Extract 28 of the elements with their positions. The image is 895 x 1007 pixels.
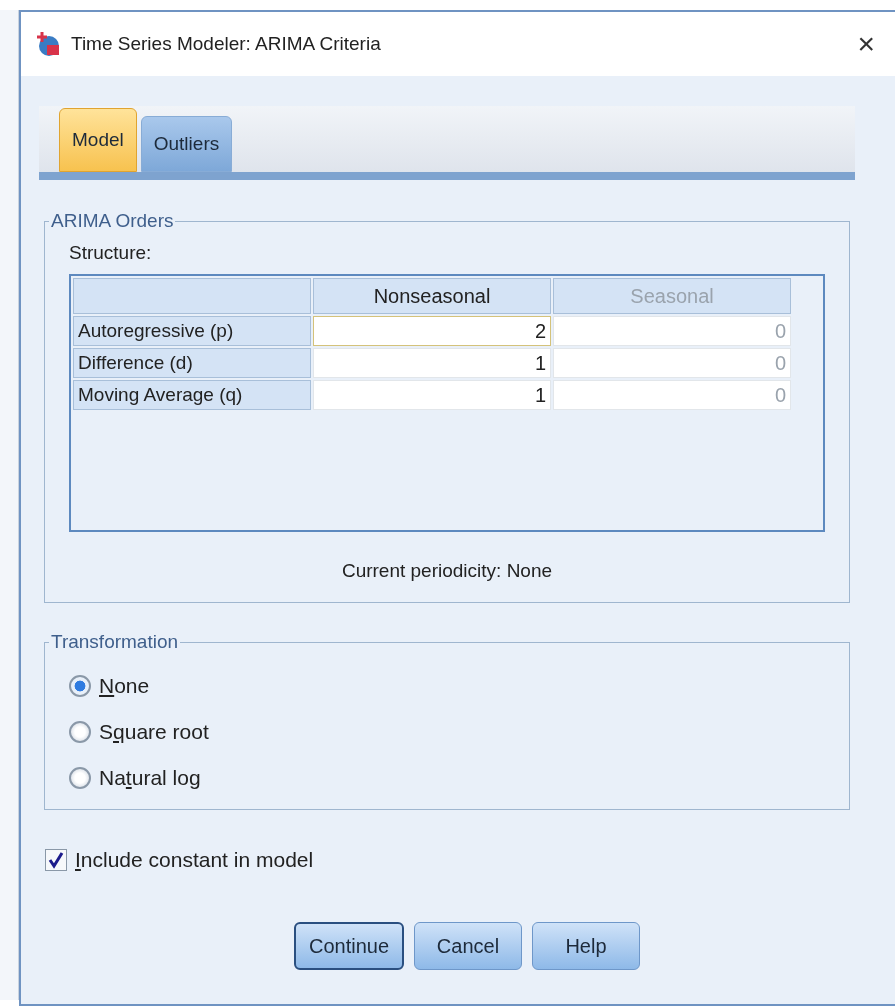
- radio-button[interactable]: [69, 767, 91, 789]
- tab[interactable]: Outliers: [140, 116, 233, 172]
- checkbox[interactable]: [45, 849, 67, 871]
- structure-label: Structure:: [69, 242, 153, 264]
- radio-button[interactable]: [69, 675, 91, 697]
- column-header: Nonseasonal: [313, 278, 551, 314]
- value-cell[interactable]: 1: [313, 380, 551, 410]
- option-label: Natural log: [99, 766, 201, 790]
- option-label: None: [99, 674, 150, 698]
- tab[interactable]: Model: [59, 108, 137, 172]
- column-header: Seasonal: [553, 278, 791, 314]
- dialog-button[interactable]: Help: [532, 922, 640, 970]
- radio-button[interactable]: [69, 721, 91, 743]
- option-label: Square root: [99, 720, 209, 744]
- window-title: Time Series Modeler: ARIMA Criteria: [71, 33, 382, 55]
- row-header: Difference (d): [73, 348, 311, 378]
- app-icon: [35, 31, 61, 57]
- periodicity-text: Current periodicity: None: [340, 560, 554, 582]
- value-cell[interactable]: 2: [313, 316, 551, 346]
- group-title: ARIMA Orders: [50, 210, 175, 232]
- checkbox-label: Include constant in model: [75, 848, 314, 872]
- close-button[interactable]: ×: [851, 27, 881, 61]
- row-header: Autoregressive (p): [73, 316, 311, 346]
- group-title: Transformation: [50, 631, 180, 653]
- dialog-button[interactable]: Cancel: [414, 922, 522, 970]
- dialog-button[interactable]: Continue: [294, 922, 404, 970]
- row-header: Moving Average (q): [73, 380, 311, 410]
- value-cell[interactable]: 1: [313, 348, 551, 378]
